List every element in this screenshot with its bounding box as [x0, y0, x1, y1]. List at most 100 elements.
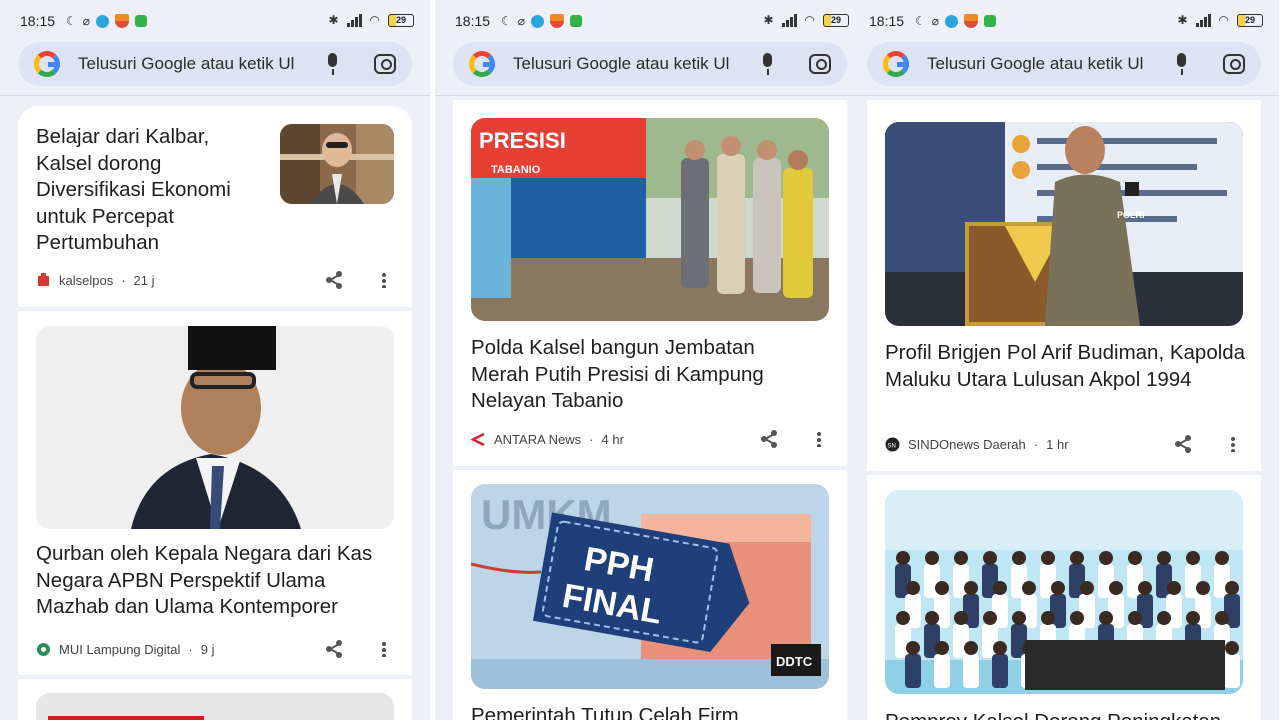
- notifications-muted-icon: ⌀: [82, 14, 90, 28]
- wifi-icon: ◠: [369, 13, 380, 27]
- article-image[interactable]: PRESISI TABANIO: [471, 118, 829, 321]
- notifications-muted-icon: ⌀: [931, 14, 939, 28]
- article-title[interactable]: Qurban oleh Kepala Negara dari Kas Negar…: [36, 541, 396, 621]
- divider: [0, 95, 430, 96]
- news-source: SN SINDOnews Daerah · 1 hr: [885, 437, 1069, 452]
- phone-panel-2: 18:15 ☾ ⌀ ✱ ◠ 29 Telusuri Google atau ketik Ul…: [435, 0, 865, 720]
- google-lens-icon[interactable]: [809, 54, 831, 74]
- mic-icon[interactable]: [1171, 53, 1193, 77]
- article-age: 21 j: [133, 273, 155, 288]
- meta-separator: ·: [589, 432, 594, 447]
- article-title[interactable]: Pemerintah Tutup Celah Firm: [471, 703, 801, 720]
- article-title[interactable]: Polda Kalsel bangun Jembatan Merah Putih…: [471, 335, 801, 415]
- news-source: ANTARA News · 4 hr: [470, 432, 624, 447]
- source-logo-icon: SN: [885, 437, 900, 452]
- svg-text:TABANIO: TABANIO: [491, 164, 541, 176]
- whatsapp-icon: [984, 15, 996, 27]
- meta-separator: ·: [188, 642, 193, 657]
- status-time: 18:15: [20, 13, 56, 29]
- moon-icon: ☾: [66, 14, 77, 28]
- google-logo-icon: [34, 51, 60, 77]
- meta-separator: ·: [121, 273, 126, 288]
- source-name: ANTARA News: [494, 432, 582, 447]
- more-options-icon[interactable]: [382, 641, 386, 657]
- google-search-bar[interactable]: Telusuri Google atau ketik Ul: [867, 42, 1261, 86]
- status-time: 18:15: [455, 13, 491, 29]
- google-logo-icon: [469, 51, 495, 77]
- news-card[interactable]: POLRI Profil Brigjen Pol Arif Budiman, Ka…: [867, 100, 1261, 471]
- telegram-icon: [945, 14, 958, 28]
- news-card[interactable]: Qurban oleh Kepala Negara dari Kas Negar…: [18, 311, 412, 675]
- svg-text:PRESISI: PRESISI: [479, 128, 566, 153]
- share-icon[interactable]: [326, 640, 344, 658]
- bluetooth-icon: ✱: [328, 13, 339, 27]
- telegram-icon: [96, 14, 109, 28]
- share-icon[interactable]: [1175, 435, 1193, 453]
- article-title[interactable]: Profil Brigjen Pol Arif Budiman, Kapolda…: [885, 340, 1247, 393]
- signal-icon: [346, 13, 362, 27]
- svg-text:DDTC: DDTC: [776, 654, 813, 669]
- news-card[interactable]: PRESISI TABANIO Polda Kalsel bangun Jembat…: [453, 100, 847, 466]
- search-placeholder: Telusuri Google atau ketik Ul: [927, 54, 1144, 73]
- article-title[interactable]: Pemprov Kalsel Dorong Peningkatan: [885, 709, 1247, 720]
- notifications-muted-icon: ⌀: [517, 14, 525, 28]
- more-options-icon[interactable]: [817, 431, 821, 447]
- source-logo-icon: [470, 432, 486, 447]
- whatsapp-icon: [570, 15, 582, 27]
- battery-icon: 29: [388, 13, 414, 27]
- app-icon: [550, 14, 564, 28]
- google-lens-icon[interactable]: [1223, 54, 1245, 74]
- system-icons: ✱ ◠ 29: [1177, 12, 1263, 28]
- more-options-icon[interactable]: [382, 272, 386, 288]
- app-icon: [115, 14, 129, 28]
- status-time: 18:15: [869, 13, 905, 29]
- google-search-bar[interactable]: Telusuri Google atau ketik Ul: [453, 42, 847, 86]
- news-card[interactable]: Belajar dari Kalbar, Kalsel dorong Diver…: [18, 106, 412, 307]
- google-logo-icon: [883, 51, 909, 77]
- article-title[interactable]: Belajar dari Kalbar, Kalsel dorong Diver…: [36, 124, 261, 257]
- status-bar: 18:15 ☾ ⌀ ✱ ◠ 29: [435, 0, 865, 42]
- share-icon[interactable]: [761, 430, 779, 448]
- news-card[interactable]: UMKM PPH FINAL DDTC Pemerintah Tutup Celah F…: [453, 470, 847, 720]
- phone-panel-1: 18:15 ☾ ⌀ ✱ ◠ 29 Telusuri Google atau ketik Ul…: [0, 0, 430, 720]
- wifi-icon: ◠: [1218, 13, 1229, 27]
- phone-panel-3: 18:15 ☾ ⌀ ✱ ◠ 29 Telusuri Google atau ketik Ul…: [849, 0, 1279, 720]
- article-image[interactable]: UMKM PPH FINAL DDTC: [471, 484, 829, 689]
- article-thumbnail[interactable]: [280, 124, 394, 204]
- article-age: 9 j: [200, 642, 215, 657]
- news-card[interactable]: Pemprov Kalsel Dorong Peningkatan: [867, 475, 1261, 720]
- system-icons: ✱ ◠ 29: [763, 12, 849, 28]
- signal-icon: [1195, 13, 1211, 27]
- status-bar: 18:15 ☾ ⌀ ✱ ◠ 29: [0, 0, 430, 42]
- article-image[interactable]: POLRI: [885, 122, 1243, 326]
- google-lens-icon[interactable]: [374, 54, 396, 74]
- battery-icon: 29: [823, 13, 849, 27]
- article-age: 1 hr: [1046, 437, 1069, 452]
- source-name: kalselpos: [59, 273, 114, 288]
- telegram-icon: [531, 14, 544, 28]
- article-image[interactable]: [885, 490, 1243, 694]
- mic-icon[interactable]: [322, 53, 344, 77]
- article-image[interactable]: [36, 326, 394, 529]
- whatsapp-icon: [135, 15, 147, 27]
- google-search-bar[interactable]: Telusuri Google atau ketik Ul: [18, 42, 412, 86]
- screen-triptych: 18:15 ☾ ⌀ ✱ ◠ 29 Telusuri Google atau ketik Ul…: [0, 0, 1280, 720]
- moon-icon: ☾: [501, 14, 512, 28]
- news-card[interactable]: [18, 679, 412, 720]
- news-source: MUI Lampung Digital · 9 j: [36, 642, 214, 657]
- signal-icon: [781, 13, 797, 27]
- notification-icons: ☾ ⌀: [66, 13, 147, 29]
- svg-text:POLRI: POLRI: [1117, 210, 1145, 220]
- article-image[interactable]: [36, 693, 394, 720]
- svg-text:SN: SN: [888, 444, 896, 450]
- source-name: SINDOnews Daerah: [908, 437, 1026, 452]
- share-icon[interactable]: [326, 271, 344, 289]
- search-placeholder: Telusuri Google atau ketik Ul: [513, 54, 730, 73]
- bluetooth-icon: ✱: [763, 13, 774, 27]
- notification-icons: ☾ ⌀: [501, 13, 582, 29]
- source-logo-icon: [36, 642, 51, 657]
- more-options-icon[interactable]: [1231, 436, 1235, 452]
- mic-icon[interactable]: [757, 53, 779, 77]
- system-icons: ✱ ◠ 29: [328, 12, 414, 28]
- battery-icon: 29: [1237, 13, 1263, 27]
